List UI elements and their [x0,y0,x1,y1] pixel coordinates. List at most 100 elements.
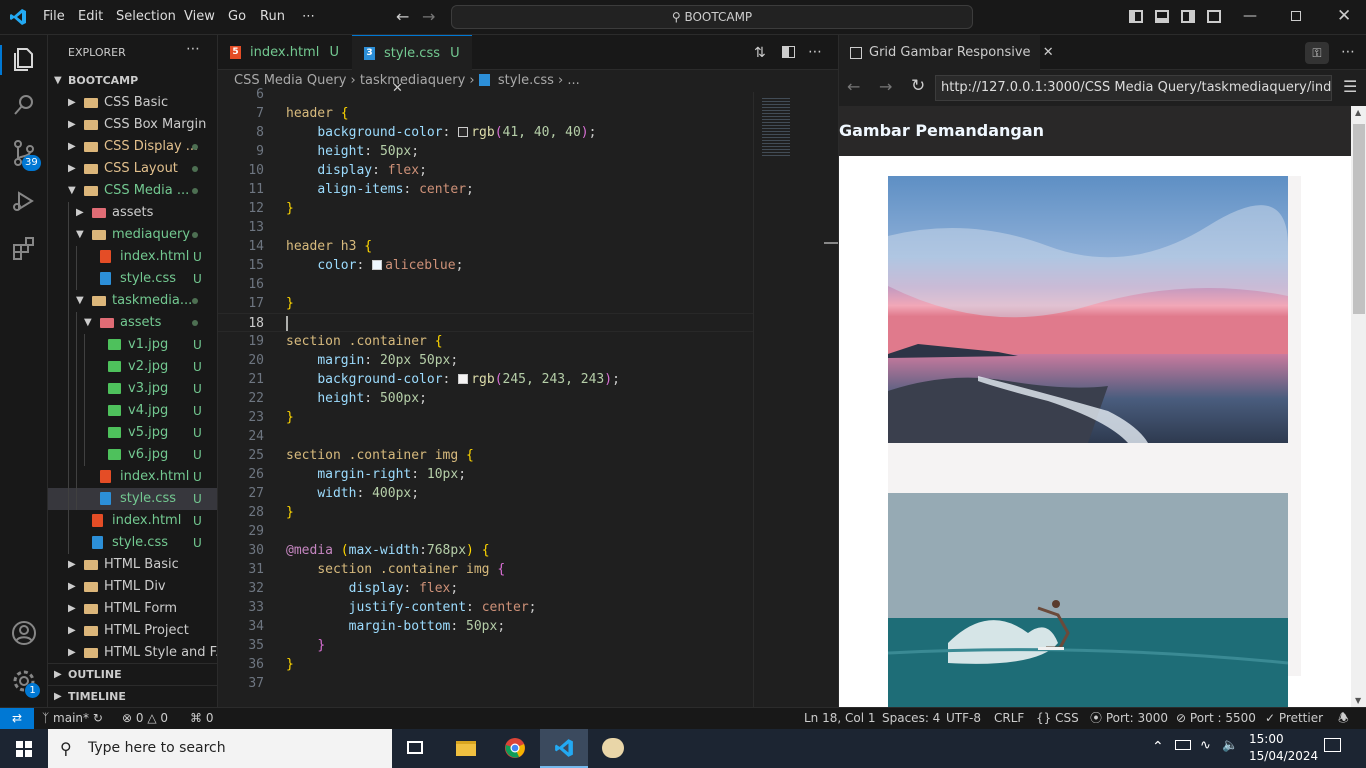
tree-item[interactable]: v2.jpg U [48,356,217,378]
preview-more-icon[interactable]: ⋯ [1341,44,1355,60]
tree-item[interactable]: ▶ CSS Layout [48,158,217,180]
url-input[interactable]: http://127.0.0.1:3000/CSS Media Query/ta… [935,75,1332,101]
code-line[interactable]: 28} [218,503,753,522]
tree-item[interactable]: ▶ assets [48,202,217,224]
menu-view[interactable]: View [184,9,215,24]
forward-arrow-icon[interactable]: → [879,77,892,96]
tree-item[interactable]: style.css U [48,488,217,510]
close-icon[interactable]: ✕ [1337,6,1351,26]
paint-button[interactable] [589,729,637,768]
code-line[interactable]: 35 } [218,636,753,655]
code-line[interactable]: 23} [218,408,753,427]
toggle-sidebar-icon[interactable] [1129,10,1143,23]
code-line[interactable]: 27 width: 400px; [218,484,753,503]
code-line[interactable]: 22 height: 500px; [218,389,753,408]
file-explorer-button[interactable] [442,729,490,768]
menu-icon[interactable]: ☰ [1343,77,1357,96]
code-line[interactable]: 9 height: 50px; [218,142,753,161]
problems-status[interactable]: ⊗ 0 △ 0 [122,708,168,729]
menu-edit[interactable]: Edit [78,9,103,24]
tree-item[interactable]: ▶ HTML Div [48,576,217,598]
volume-icon[interactable]: 🔈 [1222,738,1238,753]
code-line[interactable]: 26 margin-right: 10px; [218,465,753,484]
scroll-down-icon[interactable]: ▼ [1355,696,1361,705]
prettier-status[interactable]: ✓ Prettier [1265,708,1323,729]
tree-item[interactable]: index.html U [48,246,217,268]
tree-item[interactable]: v3.jpg U [48,378,217,400]
code-line[interactable]: 11 align-items: center; [218,180,753,199]
tree-item[interactable]: ▶ CSS Box Margin [48,114,217,136]
search-icon[interactable] [10,91,38,119]
lock-icon[interactable]: ⚿ [1305,42,1329,64]
tree-item[interactable]: ▶ HTML Style and F... [48,642,217,664]
code-line[interactable]: 16 [218,275,753,294]
tree-item[interactable]: v1.jpg U [48,334,217,356]
battery-icon[interactable] [1175,740,1191,750]
code-line[interactable]: 32 display: flex; [218,579,753,598]
tree-item[interactable]: ▶ HTML Form [48,598,217,620]
extensions-icon[interactable] [10,235,38,263]
code-line[interactable]: 13 [218,218,753,237]
menu-more[interactable]: ⋯ [302,9,315,24]
timeline-section[interactable]: ▶ TIMELINE [48,685,217,707]
chevron-up-icon[interactable]: ⌃ [1152,739,1164,755]
wifi-icon[interactable]: ∿ [1200,738,1211,753]
tree-item[interactable]: ▼ taskmedia... [48,290,217,312]
code-line[interactable]: 15 color: aliceblue; [218,256,753,275]
minimize-icon[interactable]: — [1243,8,1257,24]
code-line[interactable]: 25 section .container img { [218,446,753,465]
chrome-button[interactable] [491,729,539,768]
forward-arrow-icon[interactable]: → [422,7,435,26]
encoding[interactable]: UTF-8 [946,708,981,729]
reload-icon[interactable]: ↻ [911,76,925,96]
code-line[interactable]: 33 justify-content: center; [218,598,753,617]
code-line[interactable]: 37 [218,674,753,693]
tree-item[interactable]: v6.jpg U [48,444,217,466]
code-line[interactable]: 7 header { [218,104,753,123]
branch-status[interactable]: ᛉ main* ↻ [42,708,103,729]
tree-item[interactable]: v4.jpg U [48,400,217,422]
language-mode[interactable]: {} CSS [1036,708,1079,729]
back-arrow-icon[interactable]: ← [396,7,409,26]
start-button[interactable] [0,729,48,768]
restore-icon[interactable] [1291,11,1301,21]
explorer-icon[interactable] [10,45,38,73]
customize-layout-icon[interactable] [1207,10,1221,23]
tree-item[interactable]: index.html U [48,510,217,532]
tree-item[interactable]: ▶ CSS Display ... [48,136,217,158]
tree-item[interactable]: ▶ HTML Project [48,620,217,642]
compare-changes-icon[interactable]: ⇅ [754,45,766,61]
tree-item[interactable]: ▼ mediaquery [48,224,217,246]
remote-icon[interactable]: ⇄ [0,708,34,729]
explorer-more-icon[interactable]: ⋯ [186,41,200,57]
code-line[interactable]: 29 [218,522,753,541]
code-line[interactable]: 8 background-color: rgb(41, 40, 40); [218,123,753,142]
task-view-button[interactable] [392,729,440,768]
ports-status[interactable]: ⌘ 0 [190,708,213,729]
tree-item[interactable]: style.css U [48,532,217,554]
toggle-panel-icon[interactable] [1155,10,1169,23]
code-line[interactable]: 20 margin: 20px 50px; [218,351,753,370]
split-editor-icon[interactable] [782,46,795,58]
menu-run[interactable]: Run [260,9,285,24]
code-line[interactable]: 24 [218,427,753,446]
menu-file[interactable]: File [43,9,65,24]
outline-section[interactable]: ▶ OUTLINE [48,663,217,685]
toggle-secondary-sidebar-icon[interactable] [1181,10,1195,23]
back-arrow-icon[interactable]: ← [847,77,860,96]
code-line[interactable]: 14 header h3 { [218,237,753,256]
run-debug-icon[interactable] [10,187,38,215]
editor-scrollbar[interactable] [824,92,838,707]
code-line[interactable]: 10 display: flex; [218,161,753,180]
cursor-position[interactable]: Ln 18, Col 1 [804,708,876,729]
code-line[interactable]: 21 background-color: rgb(245, 243, 243); [218,370,753,389]
minimap[interactable] [753,92,823,707]
code-line[interactable]: 34 margin-bottom: 50px; [218,617,753,636]
tree-item[interactable]: ▶ CSS Basic [48,92,217,114]
tab-index-html[interactable]: 5 index.html U [218,35,352,70]
account-icon[interactable] [10,619,38,647]
scroll-up-icon[interactable]: ▲ [1355,108,1361,117]
editor-more-icon[interactable]: ⋯ [808,44,822,60]
taskbar-search[interactable]: ⚲ Type here to search [48,729,392,768]
preview-scrollbar[interactable]: ▲ ▼ [1351,106,1366,707]
